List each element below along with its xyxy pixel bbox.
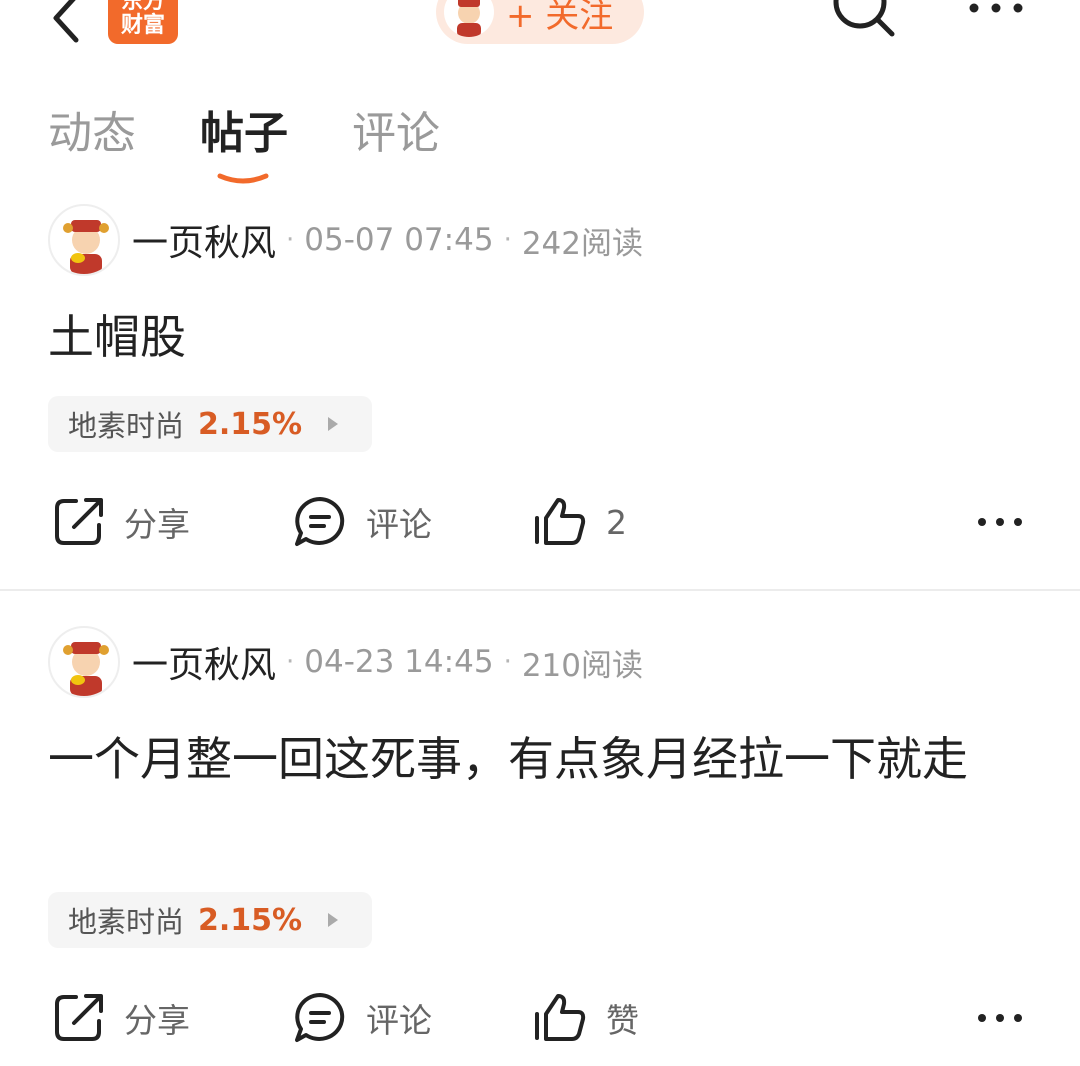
share-icon [55,994,103,1041]
thumbs-up-icon [535,994,586,1041]
stock-name: 地素时尚 [68,905,185,939]
comment-icon [295,993,345,1042]
like-count: 2 [606,502,627,542]
comment-button[interactable]: 评论 [292,988,432,1048]
post-more-button[interactable] [976,492,1024,552]
post-time: 04-23 14:45 [304,644,494,680]
stock-tag[interactable]: 地素时尚 2.15% [48,892,372,948]
more-button[interactable] [964,0,1028,24]
post-content[interactable]: 土帽股 [48,302,1038,372]
share-label: 分享 [124,505,190,544]
search-button[interactable] [828,0,898,40]
author-name[interactable]: 一页秋风 [132,214,276,266]
more-icon [978,1014,1022,1022]
comment-label: 评论 [366,505,432,544]
tab-comments[interactable]: 评论 [352,108,440,188]
divider [0,589,1080,591]
tab-dynamics[interactable]: 动态 [48,108,136,188]
mini-avatar [444,0,494,37]
stock-change: 2.15% [198,406,303,442]
comment-icon [295,497,345,546]
stock-tag[interactable]: 地素时尚 2.15% [48,396,372,452]
thumbs-up-icon [535,498,586,545]
back-button[interactable] [44,0,94,48]
search-icon [833,0,895,37]
profile-tabs: 动态 帖子 评论 [48,108,504,188]
stock-name: 地素时尚 [68,409,185,443]
post-content[interactable]: 一个月整一回这死事，有点象月经拉一下就走 [48,724,1038,794]
top-bar: 东方 财富 + 关注 [0,0,1080,60]
post-actions: 分享 评论 赞 [0,988,1080,1048]
follow-label: + 关注 [506,0,614,36]
separator-dot: · [503,647,512,677]
stock-change: 2.15% [198,902,303,938]
post-more-button[interactable] [976,988,1024,1048]
like-button[interactable]: 赞 [532,988,639,1048]
follow-button[interactable]: + 关注 [436,0,644,44]
avatar[interactable] [48,204,120,276]
share-label: 分享 [124,1001,190,1040]
caret-right-icon [328,913,339,927]
like-label: 赞 [606,1001,639,1040]
read-count: 210阅读 [521,647,643,684]
separator-dot: · [503,225,512,255]
share-button[interactable]: 分享 [52,492,190,552]
share-button[interactable]: 分享 [52,988,190,1048]
separator-dot: · [286,225,295,255]
more-icon [969,3,1023,13]
active-tab-indicator [217,173,269,184]
like-button[interactable]: 2 [532,492,627,552]
separator-dot: · [286,647,295,677]
caret-right-icon [328,417,339,431]
post-actions: 分享 评论 2 [0,492,1080,552]
author-name[interactable]: 一页秋风 [132,636,276,688]
read-count: 242阅读 [521,225,643,262]
post-header: 一页秋风 · 04-23 14:45 · 210阅读 [48,626,643,698]
brand-logo-line2: 财富 [120,13,165,38]
post-time: 05-07 07:45 [304,222,494,258]
comment-label: 评论 [366,1001,432,1040]
back-icon [53,0,79,43]
brand-logo: 东方 财富 [108,0,178,44]
avatar[interactable] [48,626,120,698]
post-header: 一页秋风 · 05-07 07:45 · 242阅读 [48,204,643,276]
share-icon [55,498,103,545]
brand-logo-line1: 东方 [120,0,165,14]
comment-button[interactable]: 评论 [292,492,432,552]
more-icon [978,518,1022,526]
